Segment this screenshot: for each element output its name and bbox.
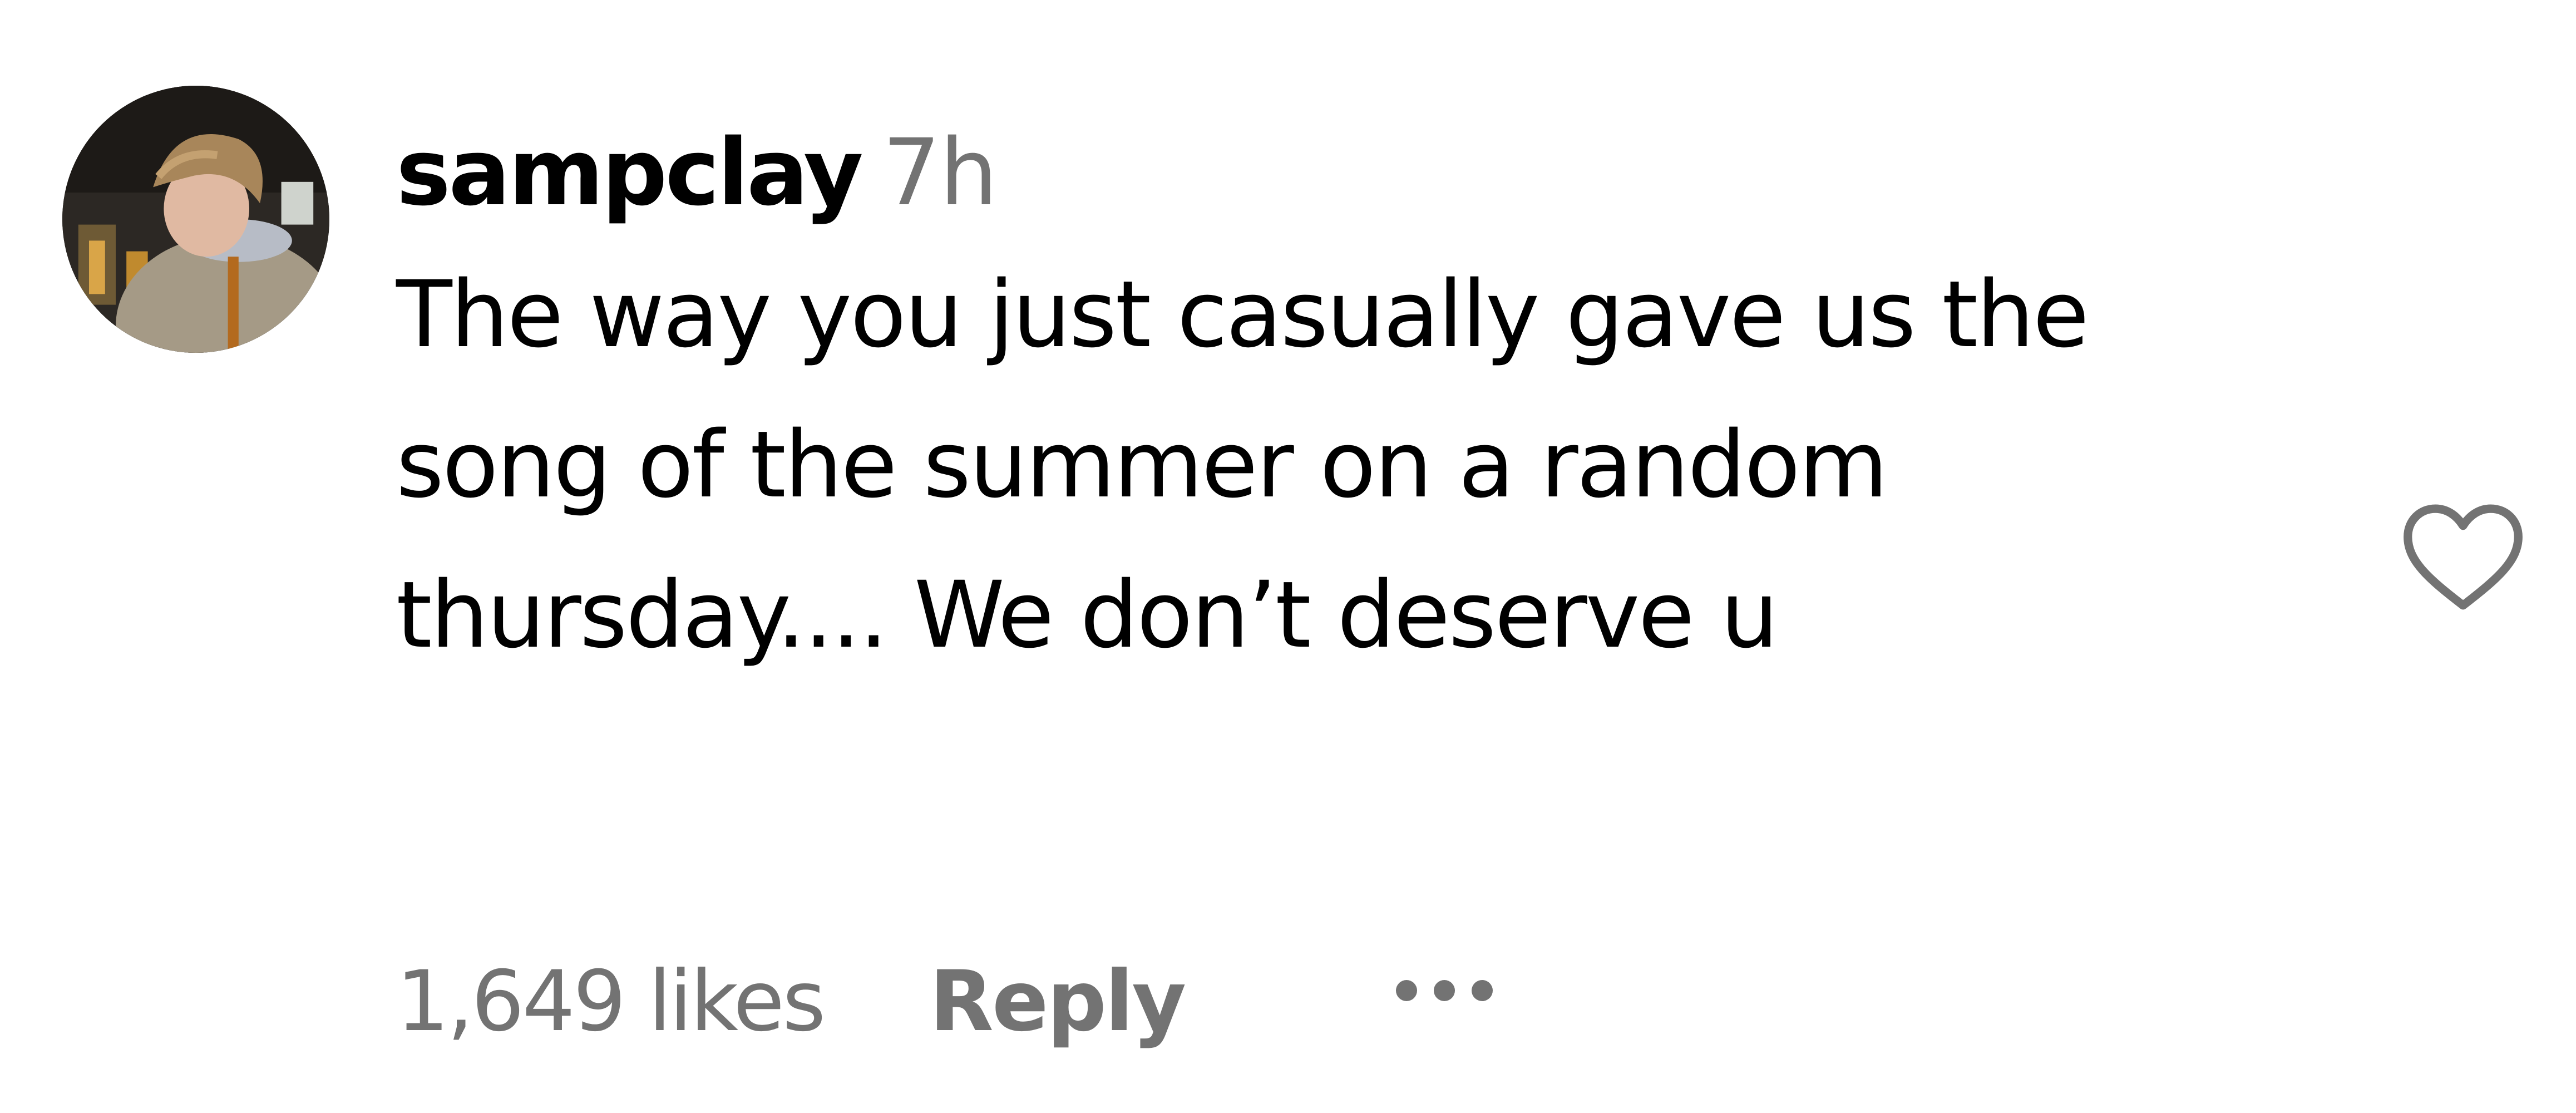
more-dot	[1434, 980, 1455, 1001]
comment-text: The way you just casually gave us the so…	[396, 261, 2089, 668]
comment-item: sampclay 7h The way you just casually gav…	[0, 0, 2576, 1113]
likes-count[interactable]: 1,649 likes	[396, 953, 826, 1050]
heart-outline-shape	[2404, 504, 2523, 610]
avatar[interactable]	[62, 86, 329, 353]
comment-timestamp[interactable]: 7h	[882, 119, 998, 226]
comment-actions: 1,649 likes Reply	[396, 946, 1493, 1057]
username-link[interactable]: sampclay	[396, 119, 863, 226]
comment-body: sampclay 7h The way you just casually gav…	[396, 106, 2343, 690]
reply-button[interactable]: Reply	[929, 953, 1186, 1050]
more-dot	[1396, 980, 1418, 1001]
comment-header: sampclay 7h	[396, 106, 2343, 239]
avatar-photo	[62, 86, 329, 353]
more-dot	[1472, 980, 1493, 1001]
heart-outline-icon[interactable]	[2398, 498, 2528, 615]
more-options-icon[interactable]	[1396, 980, 1493, 1001]
